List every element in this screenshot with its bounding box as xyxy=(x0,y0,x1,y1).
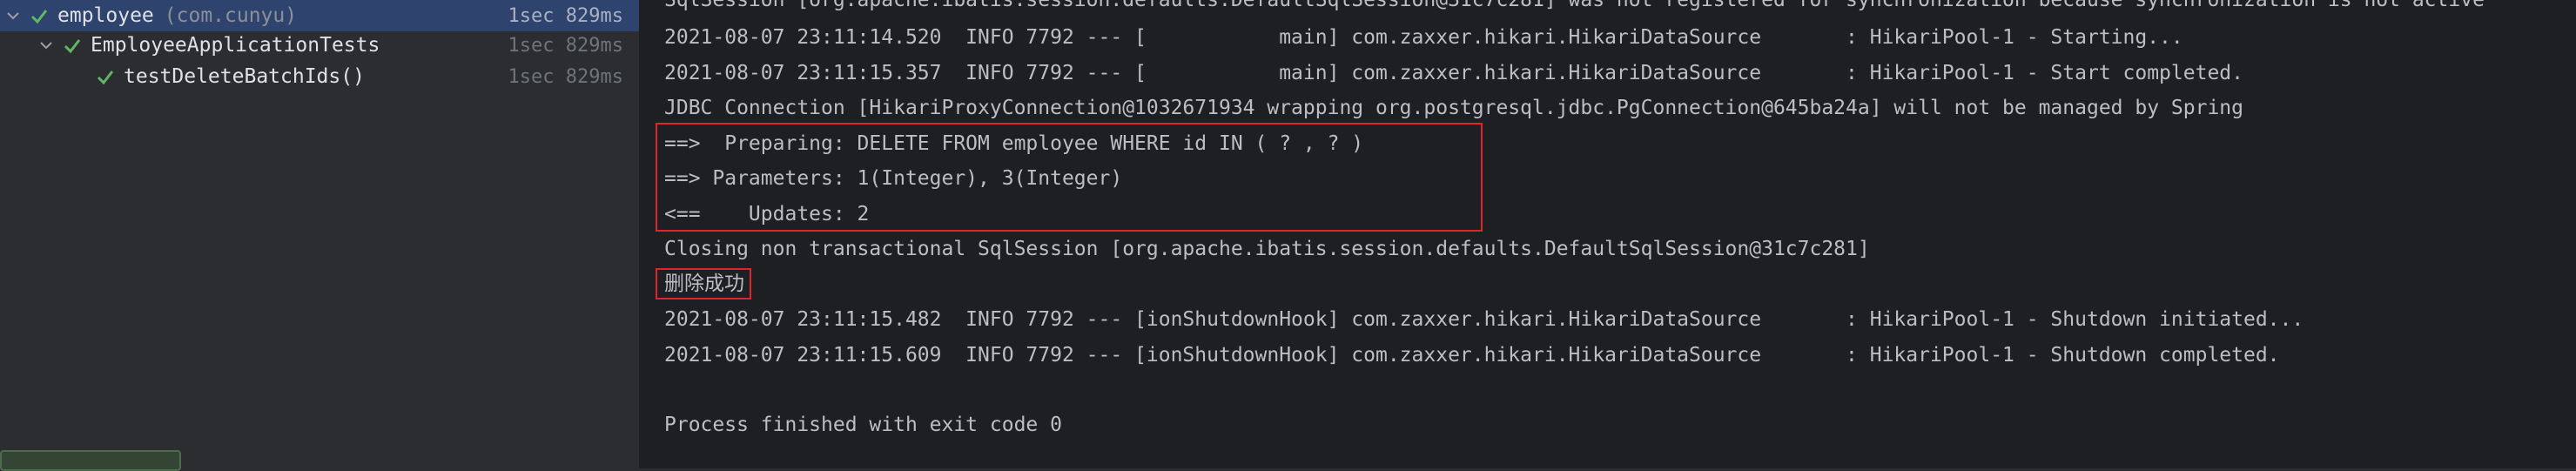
tree-item-label: testDeleteBatchIds() xyxy=(124,65,365,88)
console-line: 2021-08-07 23:11:14.520 INFO 7792 --- [ … xyxy=(664,26,2183,49)
sql-highlight-box xyxy=(656,123,1483,232)
success-highlight-box xyxy=(656,268,751,299)
tree-item-duration: 1sec 829ms xyxy=(508,4,623,27)
chevron-down-icon[interactable] xyxy=(38,37,54,53)
console-line: Closing non transactional SqlSession [or… xyxy=(664,238,1870,260)
tree-item-label: employee xyxy=(57,4,154,27)
console-line: 2021-08-07 23:11:15.482 INFO 7792 --- [i… xyxy=(664,308,2304,331)
console-output[interactable]: SqlSession [org.apache.ibatis.session.de… xyxy=(641,0,2576,468)
tree-item-employee[interactable]: employee (com.cunyu) 1sec 829ms xyxy=(0,0,639,31)
console-line: 2021-08-07 23:11:15.609 INFO 7792 --- [i… xyxy=(664,344,2280,367)
tree-item-duration: 1sec 829ms xyxy=(508,34,623,57)
tree-item-label: EmployeeApplicationTests xyxy=(91,34,380,57)
console-line: JDBC Connection [HikariProxyConnection@1… xyxy=(664,97,2243,119)
chevron-down-icon[interactable] xyxy=(5,8,21,24)
passed-check-icon xyxy=(96,67,115,86)
passed-check-icon xyxy=(30,6,49,25)
tree-item-testdeletebatchids[interactable]: testDeleteBatchIds() 1sec 829ms xyxy=(0,61,639,92)
test-results-tree: employee (com.cunyu) 1sec 829ms Employee… xyxy=(0,0,641,471)
console-line: Process finished with exit code 0 xyxy=(664,414,1062,436)
tree-item-package: (com.cunyu) xyxy=(164,4,298,27)
status-popup xyxy=(0,450,181,471)
tree-item-employeeapplicationtests[interactable]: EmployeeApplicationTests 1sec 829ms xyxy=(0,30,639,61)
console-line: SqlSession [org.apache.ibatis.session.de… xyxy=(664,0,2485,11)
console-line: 2021-08-07 23:11:15.357 INFO 7792 --- [ … xyxy=(664,62,2243,84)
passed-check-icon xyxy=(63,36,82,55)
tree-item-duration: 1sec 829ms xyxy=(508,65,623,88)
